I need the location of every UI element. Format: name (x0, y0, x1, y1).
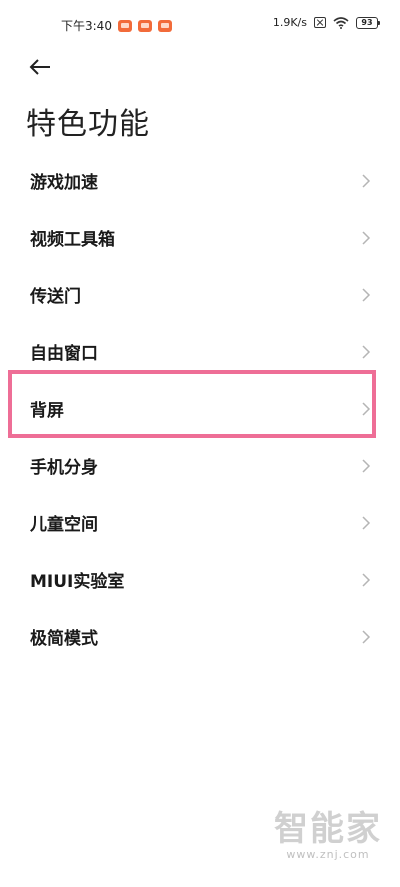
chevron-right-icon (362, 515, 371, 530)
status-bar: 下午3:40 1.9K/s 93 (0, 0, 400, 52)
sim-icon (314, 17, 326, 28)
arrow-left-icon (29, 59, 50, 75)
menu-item-label: 极简模式 (30, 629, 98, 649)
chevron-right-icon (362, 344, 371, 359)
chevron-right-icon (362, 401, 371, 416)
chevron-right-icon (362, 458, 371, 473)
status-right: 1.9K/s 93 (272, 16, 380, 29)
menu-item-kids-space[interactable]: 儿童空间 (0, 494, 400, 551)
menu-item-label: 游戏加速 (30, 173, 98, 193)
status-left: 下午3:40 (61, 17, 172, 34)
menu-item-label: 背屏 (30, 401, 64, 421)
menu-item-miui-lab[interactable]: MIUI实验室 (0, 551, 400, 608)
menu-item-portal[interactable]: 传送门 (0, 266, 400, 323)
page-title: 特色功能 (26, 107, 150, 142)
watermark-url: www.znj.com (286, 848, 370, 861)
feature-menu: 游戏加速 视频工具箱 传送门 自由窗口 背屏 手机分身 儿童空间 MIUI实验室… (0, 152, 400, 665)
menu-item-label: 视频工具箱 (30, 230, 115, 250)
chevron-right-icon (362, 173, 371, 188)
menu-item-free-window[interactable]: 自由窗口 (0, 323, 400, 380)
wifi-icon (333, 16, 349, 29)
watermark-logo: 智能家 (274, 809, 382, 849)
menu-item-label: 儿童空间 (30, 515, 98, 535)
menu-item-video-toolbox[interactable]: 视频工具箱 (0, 209, 400, 266)
menu-item-rear-screen[interactable]: 背屏 (0, 380, 400, 437)
watermark: 智能家 www.znj.com (274, 810, 382, 861)
chevron-right-icon (362, 629, 371, 644)
notification-icon (117, 19, 132, 32)
menu-item-label: 自由窗口 (30, 344, 98, 364)
menu-item-label: MIUI实验室 (30, 572, 125, 592)
menu-item-game-boost[interactable]: 游戏加速 (0, 152, 400, 209)
notification-icon (157, 19, 172, 32)
notification-icon (137, 19, 152, 32)
chevron-right-icon (362, 287, 371, 302)
status-time: 下午3:40 (61, 19, 112, 33)
menu-item-dual-apps[interactable]: 手机分身 (0, 437, 400, 494)
back-button[interactable] (26, 54, 54, 80)
menu-item-minimal-mode[interactable]: 极简模式 (0, 608, 400, 665)
menu-item-label: 传送门 (30, 287, 81, 307)
chevron-right-icon (362, 572, 371, 587)
battery-icon: 93 (356, 16, 380, 29)
chevron-right-icon (362, 230, 371, 245)
menu-item-label: 手机分身 (30, 458, 98, 478)
network-speed: 1.9K/s (272, 16, 307, 29)
